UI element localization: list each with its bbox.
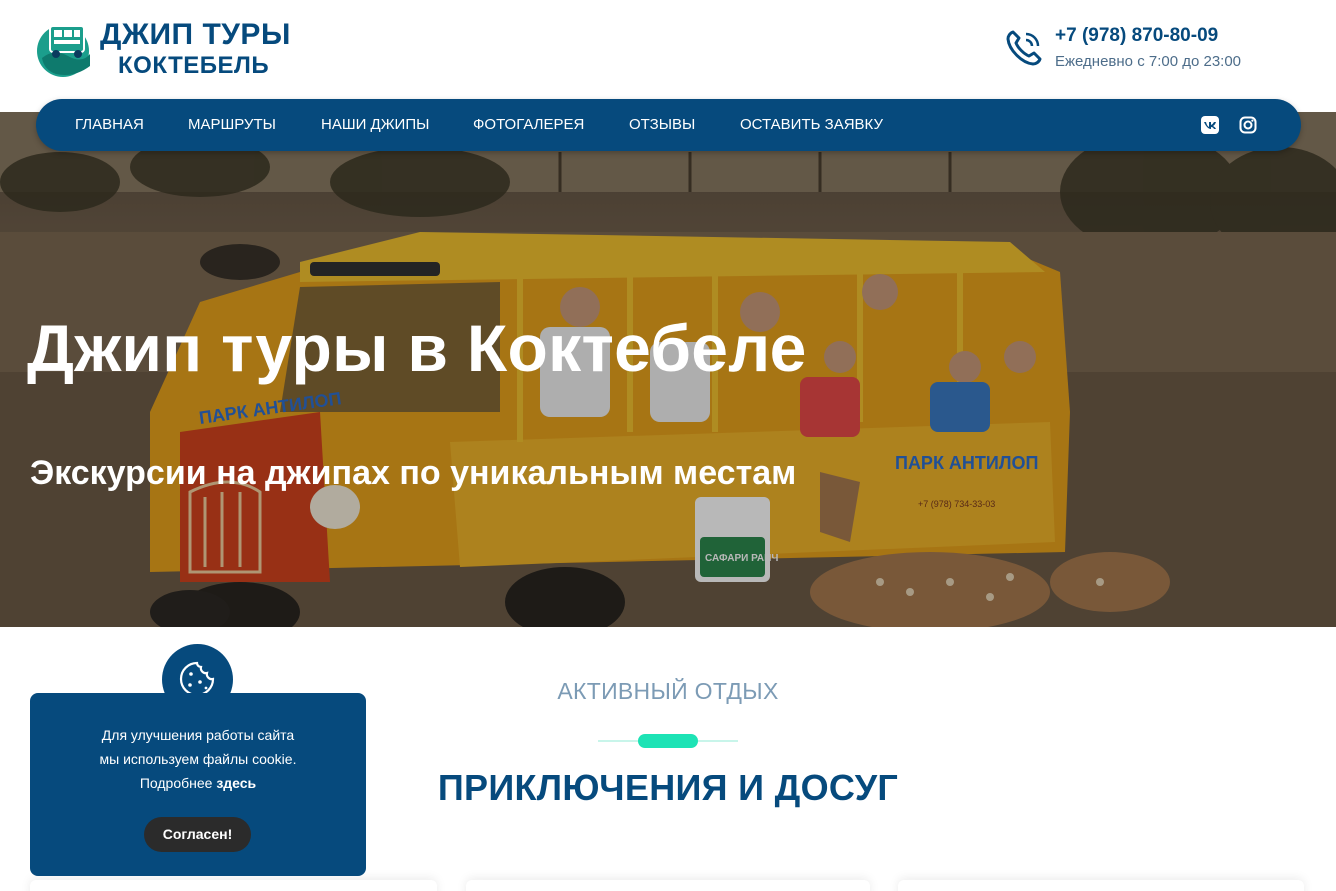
site-header: ДЖИП ТУРЫ КОКТЕБЕЛЬ +7 (978) 870-80-09 Е…	[0, 0, 1336, 112]
cookie-text-line: Для улучшения работы сайта	[101, 727, 295, 743]
cookie-consent-popup: Для улучшения работы сайта мы используем…	[30, 693, 366, 876]
logo-subtitle: КОКТЕБЕЛЬ	[118, 52, 270, 79]
logo-title: ДЖИП ТУРЫ	[100, 18, 291, 51]
cookie-more-link[interactable]: здесь	[216, 775, 256, 791]
card-stub	[466, 880, 870, 891]
jeep-logo-icon	[37, 25, 90, 77]
cookie-more-label: Подробнее	[139, 775, 213, 791]
cookie-accept-button[interactable]: Согласен!	[144, 817, 251, 852]
cookie-message: Для улучшения работы сайта мы используем…	[30, 723, 366, 795]
hero-banner: ПАРК АНТИЛОП ПАРК АНТИЛОП +7 (978) 734-3…	[0, 112, 1336, 627]
section-title: ПРИКЛЮЧЕНИЯ И ДОСУГ	[437, 767, 899, 808]
instagram-icon[interactable]	[1239, 116, 1257, 134]
hero-subtitle: Экскурсии на джипах по уникальным местам	[30, 454, 797, 492]
nav-item-request[interactable]: ОСТАВИТЬ ЗАЯВКУ	[740, 99, 883, 151]
nav-item-routes[interactable]: МАРШРУТЫ	[188, 99, 276, 151]
site-logo[interactable]: ДЖИП ТУРЫ КОКТЕБЕЛЬ	[34, 16, 294, 82]
contact-block: +7 (978) 870-80-09 Ежедневно с 7:00 до 2…	[1004, 24, 1304, 74]
hero-title: Джип туры в Коктебеле	[27, 311, 807, 385]
section-eyebrow: АКТИВНЫЙ ОТДЫХ	[557, 678, 779, 704]
card-stub	[30, 880, 437, 891]
nav-item-home[interactable]: ГЛАВНАЯ	[75, 99, 144, 151]
phone-number-link[interactable]: +7 (978) 870-80-09	[1055, 25, 1218, 47]
phone-icon	[1006, 30, 1042, 66]
vk-icon[interactable]	[1201, 116, 1219, 134]
cookie-text-line: Подробнее здесь	[30, 771, 366, 795]
nav-item-gallery[interactable]: ФОТОГАЛЕРЕЯ	[473, 99, 584, 151]
nav-item-reviews[interactable]: ОТЗЫВЫ	[629, 99, 695, 151]
card-stub	[898, 880, 1304, 891]
cookie-text-line: мы используем файлы cookie.	[99, 751, 297, 767]
working-hours: Ежедневно с 7:00 до 23:00	[1055, 53, 1242, 70]
nav-item-jeeps[interactable]: НАШИ ДЖИПЫ	[321, 99, 429, 151]
main-navigation: ГЛАВНАЯ МАРШРУТЫ НАШИ ДЖИПЫ ФОТОГАЛЕРЕЯ …	[36, 99, 1301, 151]
section-divider	[598, 734, 738, 748]
